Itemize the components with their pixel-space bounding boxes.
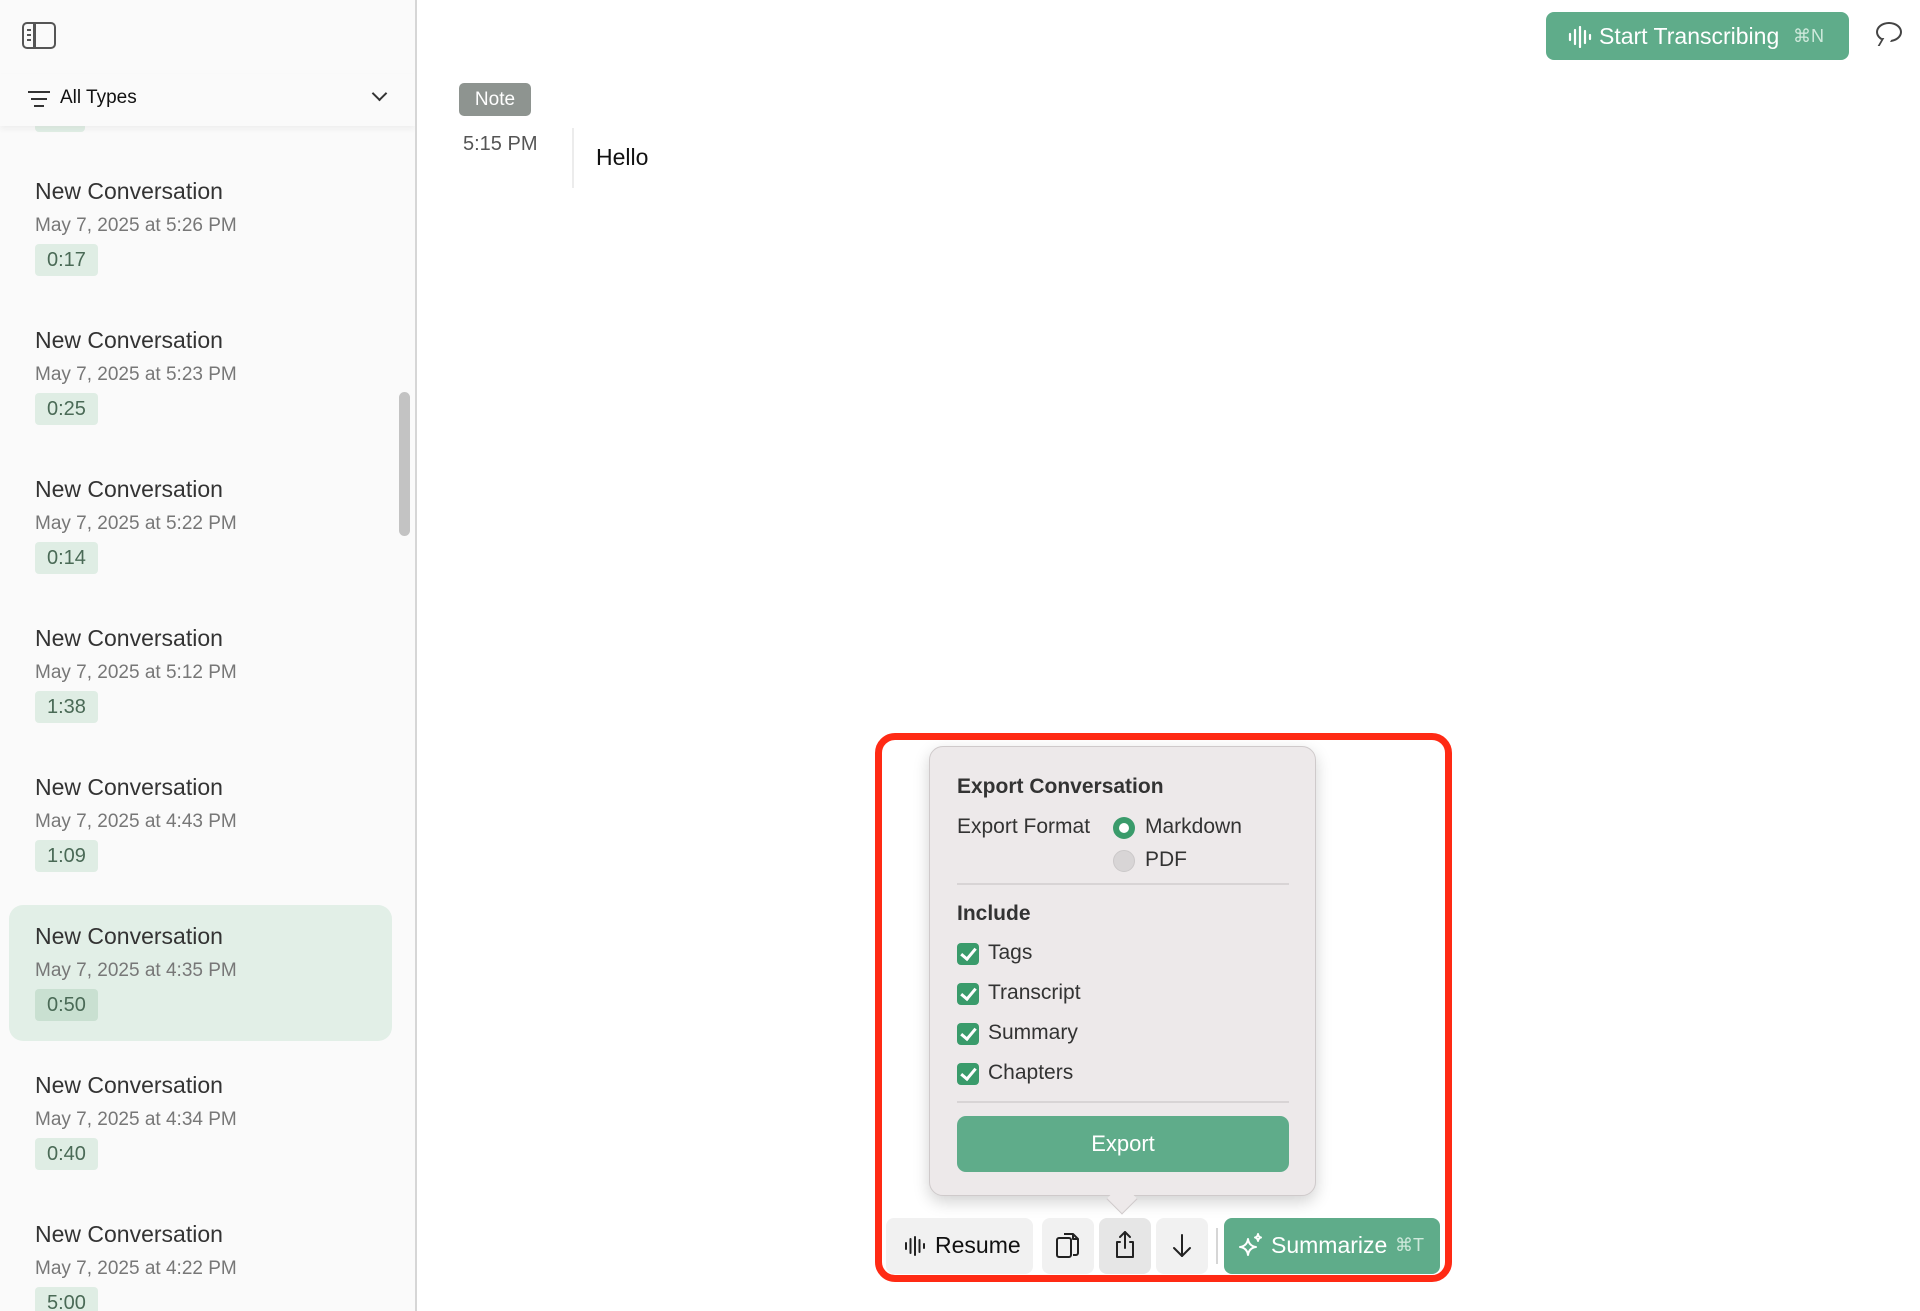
- note-badge: Note: [459, 83, 531, 116]
- conversation-date: May 7, 2025 at 4:35 PM: [35, 960, 237, 981]
- sidebar: All Types New Conversation May 7, 2025 a…: [0, 0, 417, 1311]
- share-icon: [1116, 1231, 1134, 1258]
- conversation-toolbar: Resume Summarize ⌘T: [886, 1218, 1442, 1274]
- resume-button[interactable]: Resume: [886, 1218, 1033, 1274]
- duration-badge: 0:40: [35, 1138, 98, 1170]
- duration-badge: 0:50: [35, 989, 98, 1021]
- format-radio-pdf[interactable]: [1113, 850, 1135, 872]
- conversation-title: New Conversation: [35, 327, 223, 353]
- resume-label: Resume: [935, 1232, 1021, 1258]
- export-format-label: Export Format: [957, 815, 1091, 838]
- conversation-date: May 7, 2025 at 4:22 PM: [35, 1258, 237, 1279]
- download-button[interactable]: [1156, 1218, 1208, 1274]
- conversation-title: New Conversation: [35, 178, 223, 204]
- waveform-icon: [1568, 26, 1592, 48]
- duration-badge: 1:38: [35, 691, 98, 723]
- app-window: All Types New Conversation May 7, 2025 a…: [0, 0, 1920, 1311]
- summarize-shortcut-hint: ⌘T: [1395, 1235, 1424, 1255]
- message-timestamp: 5:15 PM: [463, 133, 538, 155]
- sparkle-icon: [1239, 1233, 1262, 1256]
- conversation-item[interactable]: New Conversation May 7, 2025 at 4:34 PM …: [9, 1054, 392, 1190]
- include-checkbox-transcript[interactable]: [957, 983, 979, 1005]
- toolbar-divider: [1216, 1228, 1218, 1264]
- export-popover-title: Export Conversation: [957, 775, 1164, 798]
- conversation-item[interactable]: New Conversation May 7, 2025 at 5:12 PM …: [9, 607, 392, 743]
- conversation-title: New Conversation: [35, 476, 223, 502]
- include-title: Include: [957, 902, 1031, 925]
- sidebar-toggle-icon[interactable]: [22, 22, 56, 49]
- conversation-item[interactable]: New Conversation May 7, 2025 at 4:35 PM …: [9, 905, 392, 1041]
- type-filter-dropdown[interactable]: All Types: [0, 74, 415, 126]
- conversation-title: New Conversation: [35, 625, 223, 651]
- format-label-pdf: PDF: [1145, 848, 1187, 871]
- duration-badge: 0:14: [35, 542, 98, 574]
- conversation-date: May 7, 2025 at 5:12 PM: [35, 662, 237, 683]
- include-label-summary: Summary: [988, 1021, 1078, 1044]
- conversation-date: May 7, 2025 at 5:22 PM: [35, 513, 237, 534]
- conversation-date: May 7, 2025 at 5:23 PM: [35, 364, 237, 385]
- chat-bubble-icon[interactable]: [1876, 22, 1902, 42]
- conversation-item[interactable]: New Conversation May 7, 2025 at 5:26 PM …: [9, 160, 392, 296]
- conversation-date: May 7, 2025 at 5:26 PM: [35, 215, 237, 236]
- popover-divider: [957, 883, 1289, 885]
- include-label-transcript: Transcript: [988, 981, 1081, 1004]
- arrow-down-icon: [1173, 1234, 1191, 1257]
- include-checkbox-chapters[interactable]: [957, 1063, 979, 1085]
- filter-icon: [28, 91, 50, 107]
- conversation-title: New Conversation: [35, 923, 223, 949]
- popover-divider: [957, 1101, 1289, 1103]
- duration-badge: 1:09: [35, 840, 98, 872]
- filter-label: All Types: [60, 87, 137, 108]
- conversation-title: New Conversation: [35, 1072, 223, 1098]
- conversation-title: New Conversation: [35, 1221, 223, 1247]
- conversation-item[interactable]: New Conversation May 7, 2025 at 4:43 PM …: [9, 756, 392, 892]
- conversation-title: New Conversation: [35, 774, 223, 800]
- chevron-down-icon: [371, 85, 388, 102]
- copy-button[interactable]: [1042, 1218, 1094, 1274]
- conversation-date: May 7, 2025 at 4:43 PM: [35, 811, 237, 832]
- duration-badge: 0:17: [35, 244, 98, 276]
- duration-badge: 5:00: [35, 1287, 98, 1311]
- format-radio-markdown[interactable]: [1113, 817, 1135, 839]
- sidebar-scrollbar[interactable]: [399, 392, 410, 536]
- export-popover: Export Conversation Export Format Markdo…: [929, 746, 1316, 1196]
- conversation-item[interactable]: New Conversation May 7, 2025 at 5:22 PM …: [9, 458, 392, 594]
- conversation-item[interactable]: New Conversation May 7, 2025 at 5:23 PM …: [9, 309, 392, 445]
- summarize-label: Summarize: [1271, 1232, 1388, 1258]
- start-shortcut-hint: ⌘N: [1793, 26, 1824, 46]
- include-checkbox-tags[interactable]: [957, 943, 979, 965]
- start-transcribing-button[interactable]: Start Transcribing ⌘N: [1546, 12, 1849, 60]
- waveform-icon: [905, 1236, 925, 1256]
- copy-document-icon: [1056, 1233, 1079, 1258]
- include-checkbox-summary[interactable]: [957, 1023, 979, 1045]
- conversation-item[interactable]: New Conversation May 7, 2025 at 4:22 PM …: [9, 1203, 392, 1311]
- summarize-button[interactable]: Summarize ⌘T: [1224, 1218, 1440, 1274]
- include-label-chapters: Chapters: [988, 1061, 1074, 1084]
- message-text: Hello: [596, 144, 649, 170]
- export-button[interactable]: Export: [957, 1116, 1289, 1172]
- duration-badge: 0:25: [35, 393, 98, 425]
- conversation-date: May 7, 2025 at 4:34 PM: [35, 1109, 237, 1130]
- share-button[interactable]: [1099, 1218, 1151, 1274]
- format-label-markdown: Markdown: [1145, 815, 1242, 838]
- start-transcribing-label: Start Transcribing: [1599, 23, 1780, 49]
- include-label-tags: Tags: [988, 941, 1033, 964]
- message-divider: [572, 128, 574, 188]
